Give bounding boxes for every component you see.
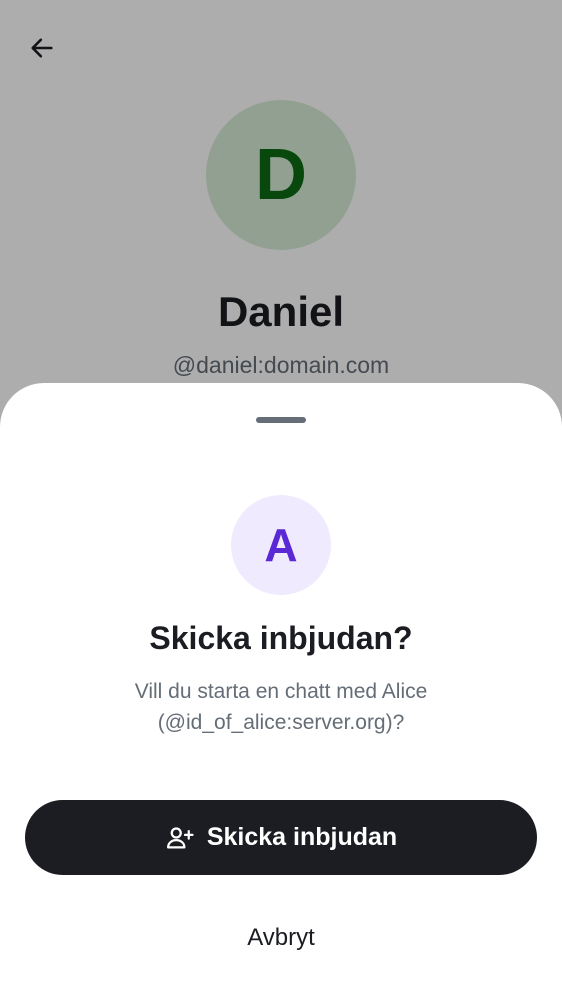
invitee-avatar: A: [231, 495, 331, 595]
cancel-button[interactable]: Avbryt: [160, 910, 402, 966]
sheet-message-line1: Vill du starta en chatt med Alice: [134, 680, 428, 703]
drag-handle[interactable]: [256, 417, 306, 423]
send-invite-button-label: Skicka inbjudan: [206, 823, 398, 851]
sheet-message-line2: (@id_of_alice:server.org)?: [157, 711, 405, 734]
screen: D Daniel @daniel:domain.com A Skicka inb…: [0, 0, 562, 1000]
person-add-icon: [165, 823, 195, 853]
sheet-title: Skicka inbjudan?: [149, 620, 413, 656]
sheet-message: Vill du starta en chatt med Alice (@id_o…: [60, 676, 502, 738]
invite-bottom-sheet: A Skicka inbjudan? Vill du starta en cha…: [0, 383, 562, 1000]
send-invite-button[interactable]: Skicka inbjudan: [25, 800, 537, 875]
